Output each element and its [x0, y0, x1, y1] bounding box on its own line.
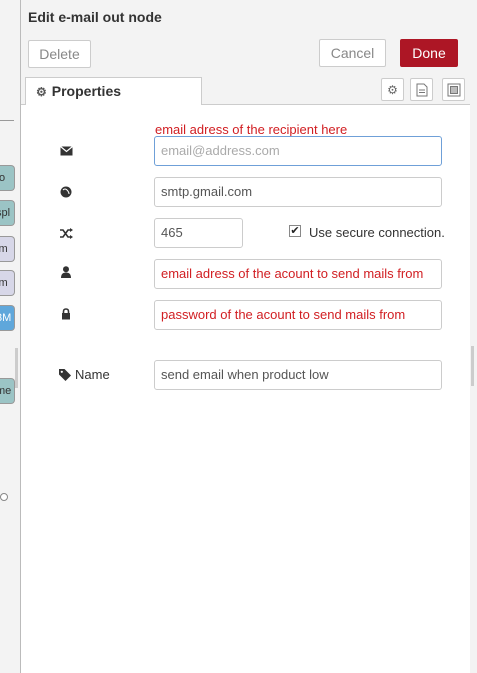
name-input[interactable]: send email when product low	[154, 360, 442, 390]
document-icon	[416, 83, 427, 96]
server-input[interactable]: smtp.gmail.com	[154, 177, 442, 207]
flow-workspace[interactable]: fo spl im im 3M me	[0, 0, 21, 673]
userid-input[interactable]: email adress of the acount to send mails…	[154, 259, 442, 289]
to-input[interactable]: email@address.com	[154, 136, 442, 166]
password-annotation: password of the acount to send mails fro…	[161, 307, 406, 322]
wire	[0, 120, 14, 121]
workspace-node[interactable]: im	[0, 270, 15, 296]
node-label: fo	[0, 172, 5, 184]
dialog-title: Edit e-mail out node	[28, 9, 162, 25]
tray-resize-handle[interactable]	[471, 346, 474, 386]
userid-annotation: email adress of the acount to send mails…	[161, 266, 424, 281]
node-label: spl	[0, 207, 11, 219]
workspace-node[interactable]: fo	[0, 165, 15, 191]
envelope-icon	[59, 144, 73, 158]
node-label: me	[0, 385, 12, 397]
password-input[interactable]: password of the acount to send mails fro…	[154, 300, 442, 330]
name-label-wrap: Name	[59, 367, 110, 382]
name-label: Name	[75, 367, 110, 382]
resize-handle[interactable]	[15, 348, 18, 388]
tray-header: Edit e-mail out node	[21, 0, 471, 35]
description-button[interactable]	[410, 78, 433, 101]
secure-label: Use secure connection.	[309, 225, 445, 240]
globe-icon	[59, 185, 73, 199]
right-gutter	[470, 0, 477, 673]
random-icon	[59, 226, 73, 240]
tabs-bar: ⚙ Properties ⚙	[21, 74, 471, 105]
gear-icon: ⚙	[387, 82, 398, 97]
workspace-node[interactable]: me	[0, 378, 15, 404]
user-icon	[59, 265, 73, 279]
node-settings-button[interactable]: ⚙	[381, 78, 404, 101]
node-label: im	[0, 243, 8, 255]
appearance-button[interactable]	[442, 78, 465, 101]
node-label: im	[0, 277, 8, 289]
tab-properties[interactable]: ⚙ Properties	[25, 77, 202, 105]
lock-icon	[59, 307, 73, 321]
workspace-node[interactable]: im	[0, 236, 15, 262]
done-button[interactable]: Done	[400, 39, 458, 67]
secure-checkbox[interactable]: ✔	[289, 225, 301, 237]
port-input[interactable]: 465	[154, 218, 243, 248]
cancel-button[interactable]: Cancel	[319, 39, 386, 67]
tab-label: Properties	[51, 83, 122, 99]
node-label: 3M	[0, 312, 12, 324]
delete-button[interactable]: Delete	[28, 40, 91, 68]
tray-toolbar: Delete Cancel Done	[21, 34, 471, 75]
to-placeholder: email@address.com	[161, 143, 280, 158]
workspace-node[interactable]: spl	[0, 200, 15, 226]
tag-icon	[59, 368, 71, 381]
gear-icon: ⚙	[36, 85, 47, 99]
layout-icon	[447, 83, 460, 96]
workspace-node[interactable]: 3M	[0, 305, 15, 331]
recipient-annotation: email adress of the recipient here	[155, 122, 348, 137]
node-port[interactable]	[0, 493, 8, 501]
edit-tray: Edit e-mail out node Delete Cancel Done …	[20, 0, 472, 673]
